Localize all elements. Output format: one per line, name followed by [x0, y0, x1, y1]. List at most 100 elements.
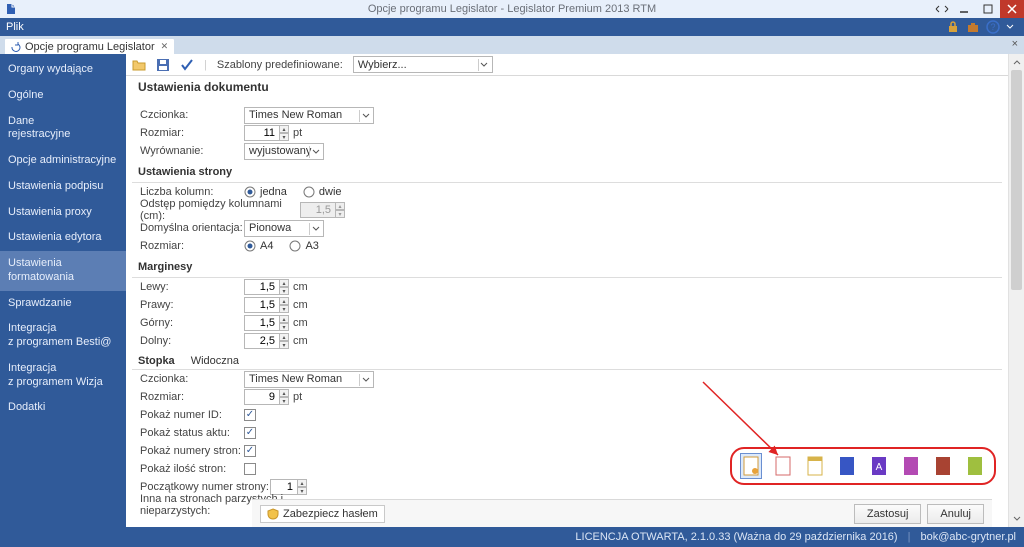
colgap-input — [300, 202, 336, 218]
sidebar-item-besti[interactable]: Integracja z programem Besti@ — [0, 316, 126, 356]
secure-button[interactable]: Zabezpiecz hasłem — [260, 505, 385, 523]
template-icon-2[interactable] — [772, 453, 794, 479]
dropdown-icon[interactable] — [1006, 20, 1020, 34]
check-icon[interactable] — [180, 58, 194, 72]
m-right-label: Prawy: — [132, 299, 244, 311]
m-left-spinner[interactable]: ▴▾ — [279, 279, 289, 295]
align-select[interactable]: wyjustowany — [244, 143, 324, 160]
scroll-thumb[interactable] — [1011, 70, 1022, 290]
sidebar-item-admin[interactable]: Opcje administracyjne — [0, 148, 126, 174]
m-right-spinner[interactable]: ▴▾ — [279, 297, 289, 313]
sidebar-item-ogolne[interactable]: Ogólne — [0, 83, 126, 109]
tab-strip: Opcje programu Legislator ✕ × — [0, 36, 1024, 54]
template-icon-5[interactable]: A — [868, 453, 890, 479]
template-icon-7[interactable] — [932, 453, 954, 479]
show-status-check[interactable] — [244, 427, 256, 439]
template-icon-6[interactable] — [900, 453, 922, 479]
m-right-input[interactable] — [244, 297, 280, 313]
section-page-title: Ustawienia strony — [132, 162, 1002, 183]
m-left-input[interactable] — [244, 279, 280, 295]
sidebar-item-organy[interactable]: Organy wydające — [0, 57, 126, 83]
section-footer-title: Stopka Widoczna — [132, 352, 1002, 370]
m-top-spinner[interactable]: ▴▾ — [279, 315, 289, 331]
show-status-label: Pokaż status aktu: — [132, 427, 244, 439]
sidebar: Organy wydające Ogólne Dane rejestracyjn… — [0, 54, 126, 527]
show-pages-check[interactable] — [244, 445, 256, 457]
scroll-up-icon[interactable] — [1009, 54, 1024, 70]
template-icon-3[interactable] — [804, 453, 826, 479]
help-icon[interactable]: ? — [986, 20, 1000, 34]
colgap-spinner: ▴▾ — [335, 202, 345, 218]
size-label: Rozmiar: — [132, 127, 244, 139]
cancel-button[interactable]: Anuluj — [927, 504, 984, 524]
restore-down-icon[interactable] — [932, 0, 952, 18]
col-two-radio[interactable]: dwie — [303, 186, 342, 198]
chevron-down-icon — [359, 110, 371, 122]
tab-options[interactable]: Opcje programu Legislator ✕ — [4, 38, 175, 54]
show-count-check[interactable] — [244, 463, 256, 475]
m-top-label: Górny: — [132, 317, 244, 329]
sidebar-item-format[interactable]: Ustawienia formatowania — [0, 251, 126, 291]
close-button[interactable] — [1000, 0, 1024, 18]
startpage-label: Początkowy numer strony: — [132, 481, 270, 493]
font-select[interactable]: Times New Roman — [244, 107, 374, 124]
shield-icon — [267, 508, 279, 520]
refresh-icon — [11, 42, 21, 52]
f-size-spinner[interactable]: ▴▾ — [279, 389, 289, 405]
menu-file[interactable]: Plik — [6, 21, 24, 33]
svg-text:?: ? — [990, 22, 995, 32]
license-text: LICENCJA OTWARTA, 2.1.0.33 (Ważna do 29 … — [575, 531, 897, 543]
chevron-down-icon — [478, 59, 490, 71]
f-size-input[interactable] — [244, 389, 280, 405]
sidebar-item-podpis[interactable]: Ustawienia podpisu — [0, 174, 126, 200]
sidebar-item-dane[interactable]: Dane rejestracyjne — [0, 109, 126, 149]
window-title: Opcje programu Legislator - Legislator P… — [0, 3, 1024, 15]
size-input[interactable] — [244, 125, 280, 141]
sidebar-item-dodatki[interactable]: Dodatki — [0, 395, 126, 421]
orient-select[interactable]: Pionowa — [244, 220, 324, 237]
templates-value: Wybierz... — [358, 59, 407, 71]
m-left-label: Lewy: — [132, 281, 244, 293]
sidebar-item-wizja[interactable]: Integracja z programem Wizja — [0, 356, 126, 396]
size-spinner[interactable]: ▴▾ — [279, 125, 289, 141]
sidebar-item-proxy[interactable]: Ustawienia proxy — [0, 200, 126, 226]
lock-icon[interactable] — [946, 20, 960, 34]
a3-radio[interactable]: A3 — [289, 240, 318, 252]
f-font-select[interactable]: Times New Roman — [244, 371, 374, 388]
templates-select[interactable]: Wybierz... — [353, 56, 493, 73]
save-icon[interactable] — [156, 58, 170, 72]
content-footer: Zabezpiecz hasłem Zastosuj Anuluj — [252, 499, 992, 527]
minimize-button[interactable] — [952, 0, 976, 18]
briefcase-icon[interactable] — [966, 20, 980, 34]
templates-label: Szablony predefiniowane: — [217, 59, 343, 71]
app-icon — [4, 2, 18, 16]
folder-open-icon[interactable] — [132, 58, 146, 72]
chevron-down-icon — [309, 146, 321, 158]
align-label: Wyrównanie: — [132, 145, 244, 157]
menubar: Plik ? — [0, 18, 1024, 36]
tab-close-icon[interactable]: ✕ — [161, 41, 169, 52]
m-bottom-input[interactable] — [244, 333, 280, 349]
m-top-input[interactable] — [244, 315, 280, 331]
template-icon-1[interactable] — [740, 453, 762, 479]
apply-button[interactable]: Zastosuj — [854, 504, 922, 524]
template-icon-4[interactable] — [836, 453, 858, 479]
footer-visible-label: Widoczna — [191, 355, 239, 367]
tabstrip-close-icon[interactable]: × — [1012, 38, 1018, 50]
menubar-actions: ? — [946, 18, 1020, 36]
sidebar-item-sprawdzanie[interactable]: Sprawdzanie — [0, 291, 126, 317]
col-one-radio[interactable]: jedna — [244, 186, 287, 198]
papersize-label: Rozmiar: — [132, 240, 244, 252]
a4-radio[interactable]: A4 — [244, 240, 273, 252]
scroll-down-icon[interactable] — [1009, 511, 1024, 527]
vertical-scrollbar[interactable] — [1008, 54, 1024, 527]
chevron-down-icon — [359, 374, 371, 386]
maximize-button[interactable] — [976, 0, 1000, 18]
titlebar: Opcje programu Legislator - Legislator P… — [0, 0, 1024, 18]
template-icon-8[interactable] — [964, 453, 986, 479]
font-label: Czcionka: — [132, 109, 244, 121]
show-id-check[interactable] — [244, 409, 256, 421]
m-bottom-spinner[interactable]: ▴▾ — [279, 333, 289, 349]
cols-label: Liczba kolumn: — [132, 186, 244, 198]
sidebar-item-edytora[interactable]: Ustawienia edytora — [0, 225, 126, 251]
